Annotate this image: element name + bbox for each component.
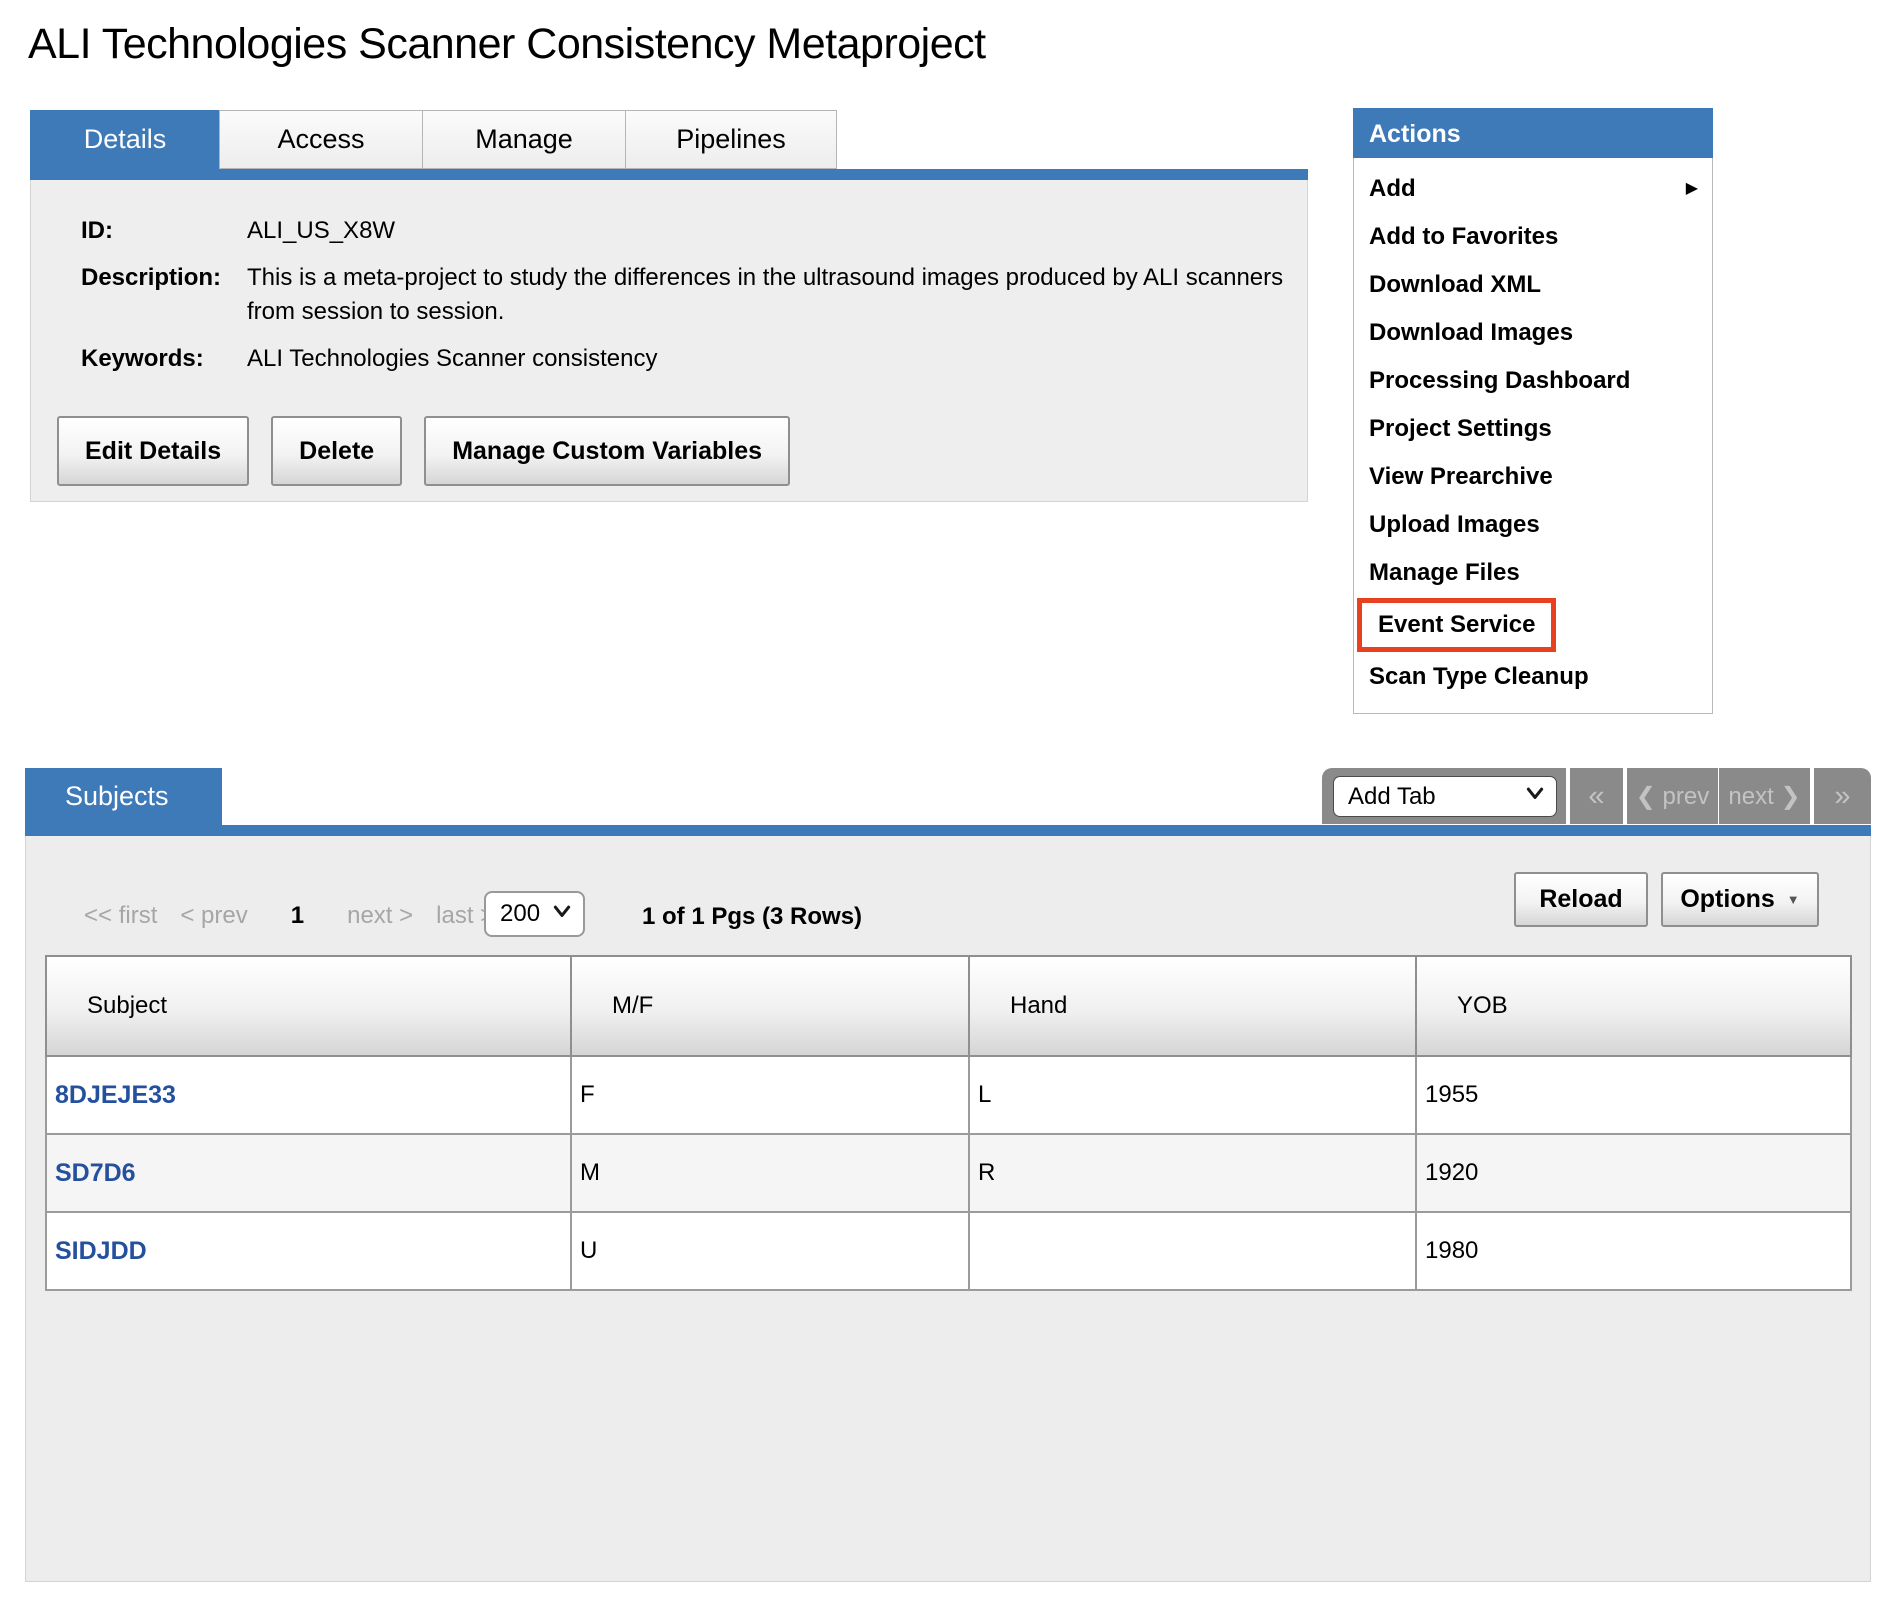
actions-menu-body: Add ▶ Add to Favorites Download XML Down… — [1354, 158, 1712, 713]
pager-next-link[interactable]: next > — [347, 902, 413, 930]
action-item-view-prearchive[interactable]: View Prearchive — [1354, 453, 1712, 501]
action-item-event-service[interactable]: Event Service — [1354, 597, 1712, 653]
column-header-yob[interactable]: YOB — [1416, 956, 1851, 1056]
tab-access[interactable]: Access — [219, 110, 423, 169]
action-item-add-to-favorites[interactable]: Add to Favorites — [1354, 213, 1712, 261]
action-item-label: Add — [1369, 175, 1416, 202]
options-button[interactable]: Options ▼ — [1661, 872, 1819, 927]
cell-hand: L — [969, 1056, 1416, 1134]
detail-buttons: Edit Details Delete Manage Custom Variab… — [57, 416, 812, 486]
table-header-row: Subject M/F Hand YOB — [46, 956, 1851, 1056]
cell-yob: 1980 — [1416, 1212, 1851, 1290]
table-row: SIDJDD U 1980 — [46, 1212, 1851, 1290]
actions-menu: Actions Add ▶ Add to Favorites Download … — [1353, 108, 1713, 714]
pager-prev-link[interactable]: < prev — [180, 902, 247, 930]
options-button-label: Options — [1680, 885, 1774, 914]
reload-button[interactable]: Reload — [1514, 872, 1648, 927]
cell-hand: R — [969, 1134, 1416, 1212]
tab-details[interactable]: Details — [30, 110, 220, 169]
details-accent-bar — [30, 169, 1308, 180]
tab-nav-last-button[interactable]: » — [1814, 768, 1871, 824]
cell-yob: 1920 — [1416, 1134, 1851, 1212]
action-item-upload-images[interactable]: Upload Images — [1354, 501, 1712, 549]
action-item-manage-files[interactable]: Manage Files — [1354, 549, 1712, 597]
page-title: ALI Technologies Scanner Consistency Met… — [28, 20, 986, 69]
tab-manage[interactable]: Manage — [422, 110, 626, 169]
pager-first-link[interactable]: << first — [84, 902, 157, 930]
add-tab-select[interactable]: Add Tab — [1333, 776, 1557, 817]
detail-tabs: Details Access Manage Pipelines — [30, 110, 837, 169]
cell-mf: U — [571, 1212, 969, 1290]
details-panel: ID: ALI_US_X8W Description: This is a me… — [30, 180, 1308, 502]
chevron-down-icon — [551, 900, 573, 929]
column-header-hand[interactable]: Hand — [969, 956, 1416, 1056]
table-row: SD7D6 M R 1920 — [46, 1134, 1851, 1212]
add-tab-segment: Add Tab — [1322, 768, 1566, 824]
keywords-field: Keywords: ALI Technologies Scanner consi… — [81, 342, 1307, 376]
cell-mf: M — [571, 1134, 969, 1212]
event-service-highlight-box: Event Service — [1357, 598, 1556, 652]
caret-down-icon: ▼ — [1787, 892, 1800, 907]
action-item-scan-type-cleanup[interactable]: Scan Type Cleanup — [1354, 653, 1712, 701]
page-size-select[interactable]: 200 — [484, 891, 585, 937]
description-value: This is a meta-project to study the diff… — [247, 261, 1287, 329]
page-size-value: 200 — [500, 900, 540, 928]
description-label: Description: — [81, 261, 247, 329]
action-item-add[interactable]: Add ▶ — [1354, 165, 1712, 213]
cell-yob: 1955 — [1416, 1056, 1851, 1134]
add-tab-select-value: Add Tab — [1348, 783, 1436, 811]
column-header-mf[interactable]: M/F — [571, 956, 969, 1056]
pager-summary: 1 of 1 Pgs (3 Rows) — [642, 903, 862, 931]
tab-nav-prev-button[interactable]: ❮ prev — [1627, 768, 1718, 824]
action-item-label: Event Service — [1378, 611, 1535, 638]
id-field: ID: ALI_US_X8W — [81, 214, 1307, 248]
id-value: ALI_US_X8W — [247, 214, 395, 248]
id-label: ID: — [81, 214, 247, 248]
cell-hand — [969, 1212, 1416, 1290]
pager: << first < prev 1 next > last >> — [84, 902, 531, 930]
pager-current-page: 1 — [291, 902, 304, 930]
subject-link[interactable]: 8DJEJE33 — [46, 1056, 571, 1134]
table-row: 8DJEJE33 F L 1955 — [46, 1056, 1851, 1134]
subject-link[interactable]: SD7D6 — [46, 1134, 571, 1212]
description-field: Description: This is a meta-project to s… — [81, 261, 1307, 329]
subject-link[interactable]: SIDJDD — [46, 1212, 571, 1290]
tab-nav-first-button[interactable]: « — [1570, 768, 1623, 824]
keywords-value: ALI Technologies Scanner consistency — [247, 342, 657, 376]
action-item-download-xml[interactable]: Download XML — [1354, 261, 1712, 309]
delete-button[interactable]: Delete — [271, 416, 402, 486]
tab-pipelines[interactable]: Pipelines — [625, 110, 837, 169]
tab-subjects[interactable]: Subjects — [25, 768, 222, 825]
edit-details-button[interactable]: Edit Details — [57, 416, 249, 486]
keywords-label: Keywords: — [81, 342, 247, 376]
subjects-panel: << first < prev 1 next > last >> 200 1 o… — [25, 836, 1871, 1582]
subjects-accent-bar — [25, 825, 1871, 836]
manage-custom-variables-button[interactable]: Manage Custom Variables — [424, 416, 790, 486]
tab-nav-next-button[interactable]: next ❯ — [1719, 768, 1810, 824]
column-header-subject[interactable]: Subject — [46, 956, 571, 1056]
action-item-project-settings[interactable]: Project Settings — [1354, 405, 1712, 453]
chevron-down-icon — [1524, 782, 1546, 811]
action-item-download-images[interactable]: Download Images — [1354, 309, 1712, 357]
cell-mf: F — [571, 1056, 969, 1134]
action-item-processing-dashboard[interactable]: Processing Dashboard — [1354, 357, 1712, 405]
actions-menu-header: Actions — [1353, 108, 1713, 158]
subjects-table: Subject M/F Hand YOB 8DJEJE33 F L 1955 S… — [45, 955, 1852, 1291]
submenu-arrow-icon: ▶ — [1686, 165, 1698, 213]
